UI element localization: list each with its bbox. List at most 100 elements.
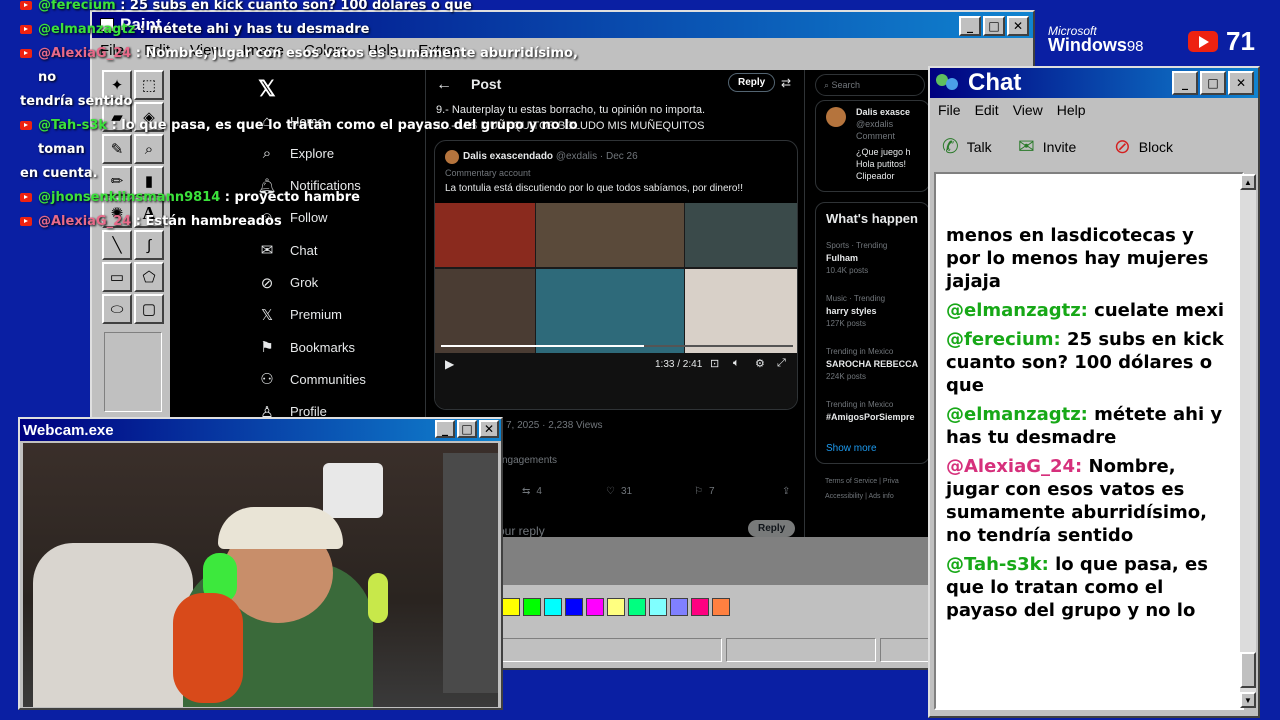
close-button[interactable]: ✕ <box>1228 71 1254 95</box>
share-icon[interactable]: ⇪ <box>782 486 790 497</box>
nav-item-chat[interactable]: ✉ Chat <box>258 241 318 259</box>
reply-input[interactable]: our reply <box>498 524 545 537</box>
chat-username[interactable]: @Tah-s3k: <box>946 554 1049 575</box>
overlay-chat-line: @Tah-s3k : lo que pasa, es que lo tratan… <box>20 114 580 162</box>
reply-submit-button[interactable]: Reply <box>748 520 796 537</box>
webcam-titlebar[interactable]: Webcam.exe _ □ ✕ <box>20 419 501 441</box>
scroll-up-icon[interactable]: ▲ <box>1240 174 1256 190</box>
bookmark-action[interactable]: ⚐ 7 <box>694 486 715 497</box>
engagements-link[interactable]: ngagements <box>502 455 557 466</box>
line-icon[interactable]: ╲ <box>102 230 132 260</box>
repost-action[interactable]: ⇆ 4 <box>522 486 542 497</box>
fullscreen-icon[interactable]: ⤢ <box>777 357 786 370</box>
volume-icon[interactable]: 🔈︎ <box>733 357 740 370</box>
chat-message: @elmanzagtz: cuelate mexi <box>946 299 1232 322</box>
block-button[interactable]: ⊘ Block <box>1114 134 1173 159</box>
palette-swatch[interactable] <box>502 598 520 616</box>
close-button[interactable]: ✕ <box>479 420 499 438</box>
overlay-username: @jhonsenklinsmann9814 <box>38 190 221 205</box>
repost-icon: ⇆ <box>522 486 531 497</box>
chat-log[interactable]: menos en lasdicotecas y por lo menos hay… <box>934 172 1244 710</box>
chat-menu-file[interactable]: File <box>938 102 961 118</box>
minimize-button[interactable]: _ <box>435 420 455 438</box>
palette-swatch[interactable] <box>628 598 646 616</box>
nav-item-premium[interactable]: 𝕏 Premium <box>258 306 342 324</box>
side-handle: @exdalis <box>856 119 894 129</box>
related-account-card[interactable]: Dalis exasce @exdalis Comment ¿Que juego… <box>815 100 930 192</box>
chat-scrollbar[interactable]: ▲ ▼ <box>1240 174 1256 708</box>
chat-username[interactable]: @elmanzagtz: <box>946 404 1088 425</box>
bookmark-count: 7 <box>708 486 715 497</box>
nav-item-communities[interactable]: ⚇ Communities <box>258 370 366 388</box>
curve-icon[interactable]: ∫ <box>134 230 164 260</box>
palette-swatch[interactable] <box>607 598 625 616</box>
palette-swatch[interactable] <box>544 598 562 616</box>
invite-label: Invite <box>1042 138 1077 155</box>
youtube-icon <box>20 1 32 10</box>
rectangle-icon[interactable]: ▭ <box>102 262 132 292</box>
palette-swatch[interactable] <box>523 598 541 616</box>
chat-menu-help[interactable]: Help <box>1057 102 1086 118</box>
chat-menubar: File Edit View Help <box>930 98 1258 122</box>
side-badge: Comment <box>856 131 896 141</box>
chat-username[interactable]: @AlexiaG_24: <box>946 456 1082 477</box>
trend-item[interactable]: Trending in Mexico SAROCHA REBECCA 224K po… <box>826 347 918 381</box>
maximize-button[interactable]: □ <box>457 420 477 438</box>
invite-icon: ✉ <box>1018 136 1035 158</box>
chat-title: Chat <box>968 69 1022 96</box>
close-button[interactable]: ✕ <box>1007 16 1029 36</box>
polygon-icon[interactable]: ⬠ <box>134 262 164 292</box>
ellipse-icon[interactable]: ⬭ <box>102 294 132 324</box>
play-icon[interactable]: ▶ <box>445 357 454 371</box>
overlay-chat-line: @elmanzagtz : métete ahi y has tu desmad… <box>20 18 580 42</box>
youtube-icon <box>1188 31 1218 52</box>
footer-links-1[interactable]: Terms of Service | Priva <box>825 478 899 485</box>
like-action[interactable]: ♡ 31 <box>606 486 632 497</box>
palette-swatch[interactable] <box>649 598 667 616</box>
palette-swatch[interactable] <box>586 598 604 616</box>
invite-button[interactable]: ✉ Invite <box>1018 134 1076 159</box>
block-icon: ⊘ <box>1114 136 1131 158</box>
grok-icon: ⊘ <box>260 274 274 292</box>
settings-icon[interactable]: ⇄ <box>781 76 791 90</box>
chat-menu-view[interactable]: View <box>1013 102 1043 118</box>
scroll-thumb[interactable] <box>1240 652 1256 688</box>
minimize-button[interactable]: _ <box>1172 71 1198 95</box>
nav-item-bookmarks[interactable]: ⚑ Bookmarks <box>258 338 355 356</box>
trend-item[interactable]: Trending in Mexico #AmigosPorSiempre <box>826 400 915 425</box>
talk-label: Talk <box>966 138 992 155</box>
captions-icon[interactable]: ⊡ <box>710 357 719 370</box>
trend-item[interactable]: Music · Trending harry styles 127K posts <box>826 294 885 328</box>
talk-button[interactable]: ✆ Talk <box>942 134 992 159</box>
chat-titlebar[interactable]: Chat _ □ ✕ <box>930 68 1258 98</box>
chat-username[interactable]: @elmanzagtz: <box>946 300 1088 321</box>
palette-swatch[interactable] <box>670 598 688 616</box>
rounded-rect-icon[interactable]: ▢ <box>134 294 164 324</box>
palette-swatch[interactable] <box>712 598 730 616</box>
chat-username[interactable]: @ferecium: <box>946 329 1061 350</box>
overlay-text: : 25 subs en kick cuanto son? 100 dólare… <box>115 0 472 13</box>
trend-count: 127K posts <box>826 319 867 328</box>
trend-item[interactable]: Sports · Trending Fulham 10.4K posts <box>826 241 887 275</box>
scroll-down-icon[interactable]: ▼ <box>1240 692 1256 708</box>
x-right-sidebar: ⌕ Search Dalis exasce @exdalis Comment ¿… <box>815 70 930 537</box>
overlay-chat-line: @jhonsenklinsmann9814 : proyecto hambre <box>20 186 580 210</box>
heart-icon: ♡ <box>606 486 615 497</box>
tool-options[interactable] <box>104 332 162 412</box>
seek-bar[interactable] <box>441 345 793 347</box>
gear-icon[interactable]: ⚙ <box>755 357 765 370</box>
chat-menu-edit[interactable]: Edit <box>975 102 999 118</box>
header-reply-button[interactable]: Reply <box>728 73 776 92</box>
maximize-button[interactable]: □ <box>983 16 1005 36</box>
show-more-link[interactable]: Show more <box>826 443 877 454</box>
minimize-button[interactable]: _ <box>959 16 981 36</box>
video-time: 1:33 / 2:41 <box>655 359 703 370</box>
side-text-1: ¿Que juego h <box>856 147 911 157</box>
bookshelf <box>443 453 498 693</box>
palette-swatch[interactable] <box>691 598 709 616</box>
search-input[interactable]: ⌕ Search <box>815 74 925 96</box>
footer-links-2[interactable]: Accessibility | Ads info <box>825 493 894 500</box>
nav-item-grok[interactable]: ⊘ Grok <box>258 274 318 292</box>
palette-swatch[interactable] <box>565 598 583 616</box>
maximize-button[interactable]: □ <box>1200 71 1226 95</box>
